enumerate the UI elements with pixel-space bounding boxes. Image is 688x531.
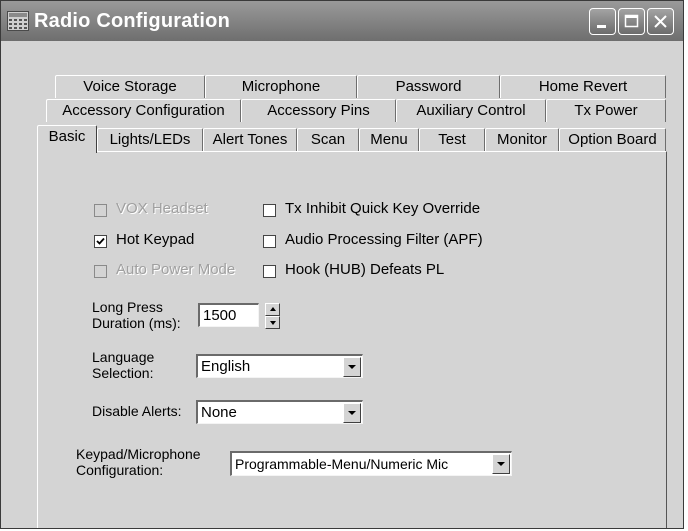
long-press-duration-input[interactable]: 1500 (198, 303, 259, 327)
language-label: Language Selection: (92, 349, 154, 381)
long-press-label-line2: Duration (ms): (92, 315, 181, 331)
tab-password[interactable]: Password (357, 75, 500, 98)
close-button[interactable] (647, 8, 674, 35)
tab-test[interactable]: Test (419, 128, 485, 151)
keypad-mic-label: Keypad/Microphone Configuration: (76, 446, 201, 478)
maximize-button[interactable] (618, 8, 645, 35)
hot-keypad-label: Hot Keypad (116, 231, 195, 248)
disable-alerts-select[interactable]: None (196, 400, 363, 424)
chevron-down-icon (348, 411, 356, 415)
apf-label: Audio Processing Filter (APF) (285, 231, 483, 248)
spin-up-button[interactable] (265, 303, 280, 316)
radio-configuration-window: Radio Configuration Voice Storage Microp… (0, 0, 684, 529)
vox-headset-checkbox[interactable] (94, 204, 107, 217)
tab-scan[interactable]: Scan (297, 128, 359, 151)
long-press-label: Long Press Duration (ms): (92, 299, 181, 331)
tab-alert-tones[interactable]: Alert Tones (203, 128, 297, 151)
keypad-mic-label-line1: Keypad/Microphone (76, 446, 201, 462)
spin-down-button[interactable] (265, 316, 280, 329)
tab-microphone[interactable]: Microphone (205, 75, 357, 98)
long-press-label-line1: Long Press (92, 299, 163, 315)
window-title: Radio Configuration (34, 10, 230, 32)
tab-monitor[interactable]: Monitor (485, 128, 559, 151)
checkmark-icon (96, 237, 105, 245)
vox-headset-label: VOX Headset (116, 200, 208, 217)
close-icon (654, 15, 667, 28)
tab-menu[interactable]: Menu (359, 128, 419, 151)
disable-alerts-select-value: None (201, 404, 237, 421)
keypad-mic-config-value: Programmable-Menu/Numeric Mic (235, 456, 449, 472)
apf-checkbox[interactable] (263, 235, 276, 248)
chevron-down-icon (348, 365, 356, 369)
tab-voice-storage[interactable]: Voice Storage (55, 75, 205, 98)
spin-down-icon (270, 321, 276, 325)
auto-power-mode-checkbox[interactable] (94, 265, 107, 278)
minimize-button[interactable] (589, 8, 616, 35)
keypad-mic-dropdown-button[interactable] (492, 454, 510, 474)
tx-inhibit-checkbox[interactable] (263, 204, 276, 217)
maximize-icon (624, 14, 639, 28)
tab-lights-leds[interactable]: Lights/LEDs (97, 128, 203, 151)
tab-auxiliary-control[interactable]: Auxiliary Control (396, 99, 546, 122)
keypad-mic-config-select[interactable]: Programmable-Menu/Numeric Mic (230, 451, 512, 476)
tx-inhibit-label: Tx Inhibit Quick Key Override (285, 200, 481, 217)
disable-alerts-label: Disable Alerts: (92, 403, 182, 419)
hook-hub-label: Hook (HUB) Defeats PL (285, 261, 445, 278)
tab-option-board[interactable]: Option Board (559, 128, 666, 151)
minimize-icon (597, 25, 606, 28)
hook-hub-checkbox[interactable] (263, 265, 276, 278)
keypad-mic-label-line2: Configuration: (76, 462, 164, 478)
tab-accessory-pins[interactable]: Accessory Pins (241, 99, 396, 122)
tab-basic[interactable]: Basic (37, 125, 97, 153)
language-dropdown-button[interactable] (343, 357, 361, 377)
tab-tx-power[interactable]: Tx Power (546, 99, 666, 122)
title-bar[interactable]: Radio Configuration (1, 1, 683, 41)
radio-grid-icon (7, 11, 29, 31)
language-label-line1: Language (92, 349, 155, 365)
chevron-down-icon (497, 462, 505, 466)
language-select-value: English (201, 358, 251, 375)
tab-accessory-configuration[interactable]: Accessory Configuration (46, 99, 241, 122)
tab-home-revert[interactable]: Home Revert (500, 75, 666, 98)
hot-keypad-checkbox[interactable] (94, 235, 107, 248)
language-select[interactable]: English (196, 354, 363, 378)
disable-alerts-dropdown-button[interactable] (343, 403, 361, 423)
spin-up-icon (270, 307, 276, 311)
language-label-line2: Selection: (92, 365, 154, 381)
auto-power-mode-label: Auto Power Mode (116, 261, 236, 278)
